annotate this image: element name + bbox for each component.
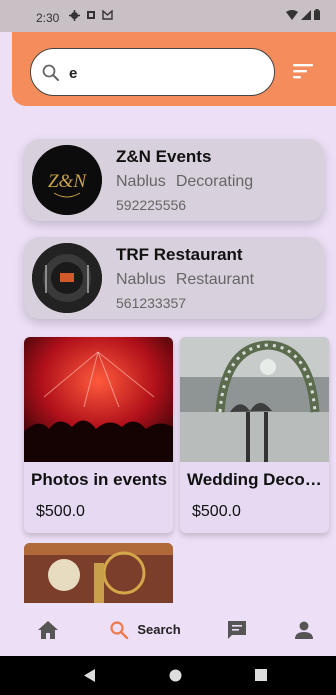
- vendor-category: Decorating: [175, 173, 254, 190]
- status-bar: 2:30: [0, 0, 336, 32]
- vendor-card[interactable]: Z&N Z&N Events Nablus Decorating 59222555…: [24, 139, 324, 221]
- vendor-phone: 592225556: [116, 197, 187, 213]
- status-notification-icons: [69, 10, 113, 21]
- square-icon: [87, 11, 95, 19]
- home-circle-icon[interactable]: [169, 669, 182, 682]
- nav-home[interactable]: [28, 603, 68, 656]
- mail-icon: [102, 10, 113, 20]
- filter-sort-icon[interactable]: [292, 62, 314, 80]
- vendor-logo: [32, 243, 102, 313]
- search-input[interactable]: [69, 62, 259, 84]
- status-time: 2:30: [36, 11, 60, 25]
- nav-search-label: Search: [137, 622, 181, 637]
- service-card[interactable]: Photos in events $500.0: [24, 337, 173, 533]
- battery-icon: [314, 9, 320, 20]
- vendor-phone: 561233357: [116, 295, 187, 311]
- home-icon: [38, 620, 58, 639]
- service-image-concert: [24, 337, 173, 462]
- nav-search[interactable]: Search: [100, 603, 190, 656]
- back-icon[interactable]: [84, 669, 96, 682]
- status-system-icons: [286, 9, 320, 20]
- vendor-card[interactable]: TRF Restaurant Nablus Restaurant 56123335…: [24, 237, 324, 319]
- service-image-table-decor: [24, 543, 173, 603]
- vendor-meta: Nablus Decorating: [116, 173, 253, 191]
- vendor-city: Nablus: [116, 271, 166, 288]
- search-icon: [110, 620, 129, 639]
- vendor-city: Nablus: [116, 173, 166, 190]
- vendor-logo-text: Z&N: [48, 171, 87, 192]
- vendor-category: Restaurant: [175, 271, 255, 288]
- search-box[interactable]: [30, 48, 275, 96]
- service-title: Photos in events: [31, 470, 168, 489]
- search-icon: [42, 64, 59, 81]
- vendor-name: TRF Restaurant: [116, 245, 243, 264]
- service-card[interactable]: Wedding Decoration $500.0: [180, 337, 329, 533]
- service-price: $500.0: [192, 503, 241, 520]
- service-card-partial[interactable]: [24, 543, 173, 603]
- nav-profile[interactable]: [284, 603, 324, 656]
- signal-icon: [301, 9, 311, 20]
- service-title: Wedding Decoration: [187, 470, 325, 489]
- vendor-logo: Z&N: [32, 145, 102, 215]
- person-icon: [295, 621, 313, 639]
- gear-icon: [69, 10, 80, 21]
- nav-chat[interactable]: [216, 603, 258, 656]
- system-navigation-bar: [0, 656, 336, 695]
- recents-icon[interactable]: [255, 669, 267, 681]
- wifi-icon: [286, 9, 298, 20]
- bottom-navigation: Search: [0, 603, 336, 656]
- chat-icon: [228, 620, 246, 639]
- vendor-name: Z&N Events: [116, 147, 212, 166]
- vendor-meta: Nablus Restaurant: [116, 271, 254, 289]
- service-image-wedding: [180, 337, 329, 462]
- service-price: $500.0: [36, 503, 85, 520]
